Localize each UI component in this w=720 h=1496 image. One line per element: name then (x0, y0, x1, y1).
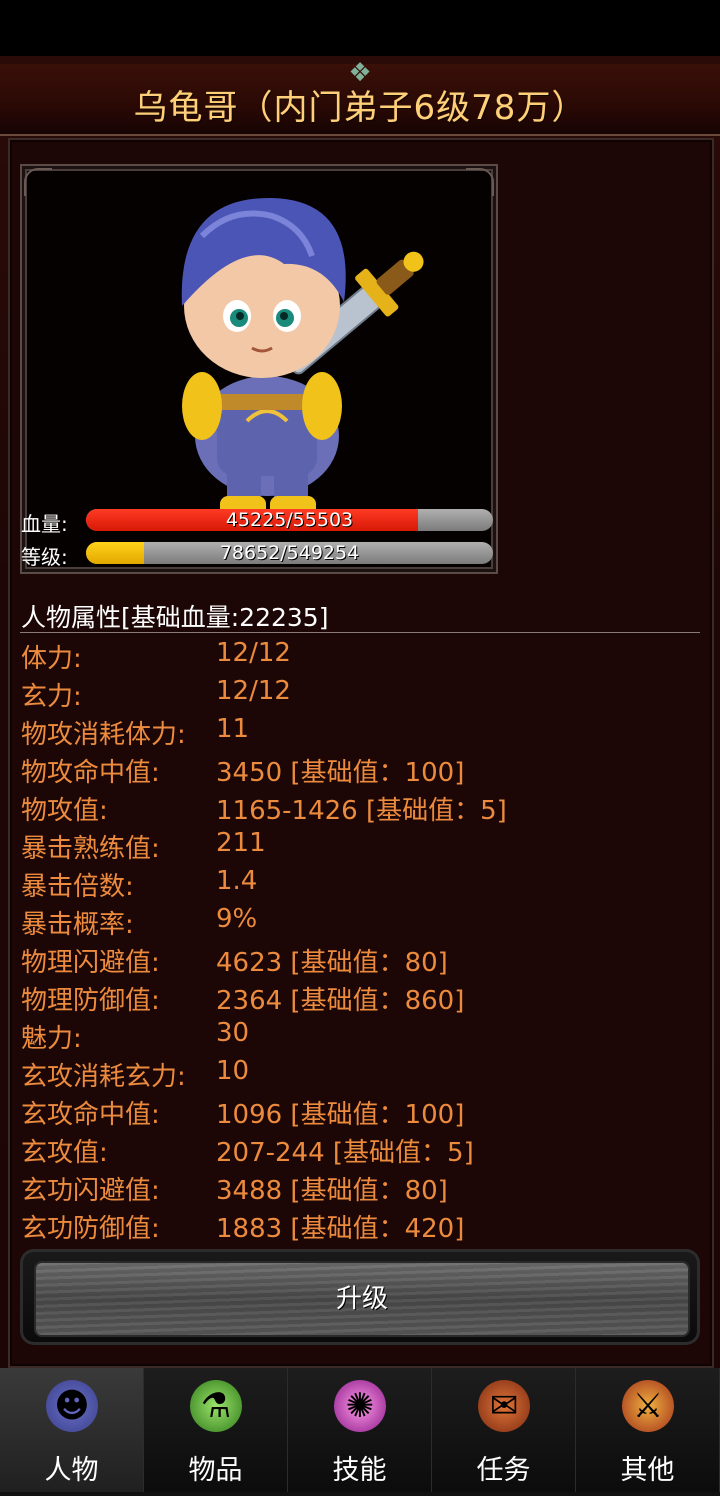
attribute-label: 物攻命中值: (21, 758, 160, 788)
attribute-value: 12/12 (216, 638, 291, 668)
attribute-value: 1.4 (216, 866, 258, 896)
attribute-row: 暴击熟练值: 211 (21, 828, 701, 866)
attribute-row: 玄功防御值: 1883 [基础值：420] (21, 1208, 701, 1246)
quest-scroll-icon: ✉ (478, 1380, 530, 1432)
page-title: 乌龟哥（内门弟子6级78万） (133, 88, 587, 128)
tab-items[interactable]: ⚗ 物品 (144, 1368, 288, 1492)
attribute-value: 9% (216, 904, 258, 934)
attribute-row: 暴击倍数: 1.4 (21, 866, 701, 904)
attribute-label: 玄功防御值: (21, 1214, 160, 1244)
character-avatar (181, 197, 424, 522)
attribute-value: 30 (216, 1018, 250, 1048)
attribute-value: 1165-1426 [基础值：5] (216, 796, 507, 826)
attribute-row: 玄力: 12/12 (21, 676, 701, 714)
attribute-label: 暴击倍数: (21, 872, 134, 902)
upgrade-button-plank: 升级 (34, 1261, 690, 1337)
attribute-value: 207-244 [基础值：5] (216, 1138, 474, 1168)
attribute-label: 玄力: (21, 682, 82, 712)
attribute-label: 玄攻命中值: (21, 1100, 160, 1130)
skill-orb-icon: ✺ (334, 1380, 386, 1432)
character-icon: ☻ (46, 1380, 98, 1432)
attribute-row: 魅力: 30 (21, 1018, 701, 1056)
attribute-value: 10 (216, 1056, 250, 1086)
attribute-label: 玄攻消耗玄力: (21, 1062, 186, 1092)
attribute-row: 暴击概率: 9% (21, 904, 701, 942)
hp-value: 45225/55503 (225, 509, 354, 531)
level-value: 78652/549254 (219, 542, 360, 564)
attribute-row: 物攻值: 1165-1426 [基础值：5] (21, 790, 701, 828)
tab-quests[interactable]: ✉ 任务 (432, 1368, 576, 1492)
attribute-label: 暴击熟练值: (21, 834, 160, 864)
attribute-value: 1096 [基础值：100] (216, 1100, 465, 1130)
divider (20, 632, 700, 633)
tab-character[interactable]: ☻ 人物 (0, 1368, 144, 1492)
attribute-value: 3450 [基础值：100] (216, 758, 465, 788)
attribute-value: 12/12 (216, 676, 291, 706)
bottom-nav: ☻ 人物 ⚗ 物品 ✺ 技能 ✉ 任务 ⚔ 其他 (0, 1368, 720, 1496)
attribute-row: 玄功闪避值: 3488 [基础值：80] (21, 1170, 701, 1208)
attribute-label: 物攻值: (21, 796, 108, 826)
upgrade-button-label: 升级 (335, 1284, 388, 1314)
attribute-value: 211 (216, 828, 266, 858)
attribute-label: 物理闪避值: (21, 948, 160, 978)
attribute-value: 11 (216, 714, 250, 744)
attribute-row: 物理防御值: 2364 [基础值：860] (21, 980, 701, 1018)
attribute-value: 4623 [基础值：80] (216, 948, 448, 978)
tab-label: 技能 (332, 1455, 387, 1486)
level-label: 等级: (21, 545, 68, 569)
attribute-row: 体力: 12/12 (21, 638, 701, 676)
attribute-value: 3488 [基础值：80] (216, 1176, 448, 1206)
level-bar: 78652/549254 (86, 542, 493, 564)
attribute-row: 物攻消耗体力: 11 (21, 714, 701, 752)
tab-skills[interactable]: ✺ 技能 (288, 1368, 432, 1492)
hp-label: 血量: (21, 512, 68, 536)
attribute-row: 玄攻命中值: 1096 [基础值：100] (21, 1094, 701, 1132)
upgrade-button[interactable]: 升级 (20, 1249, 700, 1345)
ornament-corner-icon (466, 168, 494, 196)
ornament-corner-icon (24, 168, 52, 196)
attributes-title: 人物属性[基础血量:22235] (21, 603, 329, 632)
attribute-label: 暴击概率: (21, 910, 134, 940)
attribute-value: 1883 [基础值：420] (216, 1214, 465, 1244)
tab-label: 人物 (44, 1455, 99, 1486)
attribute-row: 物理闪避值: 4623 [基础值：80] (21, 942, 701, 980)
attribute-label: 玄功闪避值: (21, 1176, 160, 1206)
attribute-row: 玄攻值: 207-244 [基础值：5] (21, 1132, 701, 1170)
settings-emblem-icon: ⚔ (622, 1380, 674, 1432)
tab-label: 其他 (620, 1455, 675, 1486)
status-bar (0, 0, 720, 56)
attribute-label: 物攻消耗体力: (21, 720, 186, 750)
tab-other[interactable]: ⚔ 其他 (576, 1368, 720, 1492)
attribute-label: 体力: (21, 644, 82, 674)
hp-bar: 45225/55503 (86, 509, 493, 531)
tab-label: 物品 (188, 1455, 243, 1486)
attribute-label: 玄攻值: (21, 1138, 108, 1168)
attribute-label: 魅力: (21, 1024, 82, 1054)
attribute-label: 物理防御值: (21, 986, 160, 1016)
attribute-value: 2364 [基础值：860] (216, 986, 465, 1016)
tab-label: 任务 (476, 1455, 531, 1486)
attribute-row: 物攻命中值: 3450 [基础值：100] (21, 752, 701, 790)
potion-icon: ⚗ (190, 1380, 242, 1432)
attribute-row: 玄攻消耗玄力: 10 (21, 1056, 701, 1094)
